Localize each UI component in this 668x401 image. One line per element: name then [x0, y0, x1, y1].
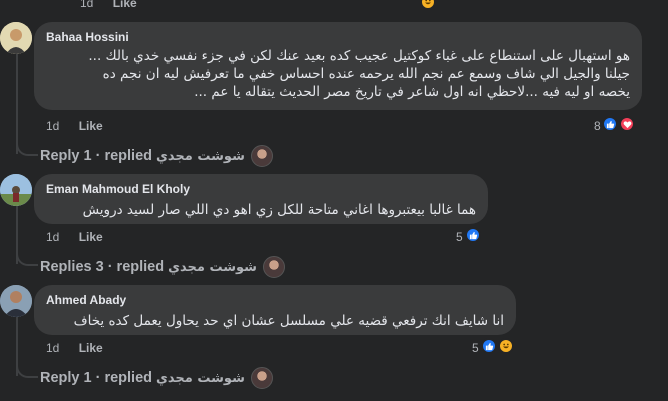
- reply-count: 1: [83, 370, 92, 386]
- replied-label: replied: [104, 148, 152, 164]
- replier-avatar: [250, 367, 273, 389]
- like-icon: [465, 227, 481, 243]
- reply-label: Replies: [40, 259, 92, 275]
- reaction-count[interactable]: 8: [594, 119, 601, 133]
- comment-meta: 1d Like: [46, 341, 103, 355]
- view-replies-link[interactable]: Replies 3 · replied شوشت مجدي: [40, 256, 285, 278]
- reply-label: Reply: [40, 370, 80, 386]
- comment-bubble: Ahmed Abady انا شايف انك ترفعي قضيه علي …: [34, 285, 516, 335]
- thread-connector: [16, 362, 38, 378]
- like-icon: [602, 116, 618, 132]
- reaction-count[interactable]: 5: [456, 230, 463, 244]
- reaction-count[interactable]: 5: [472, 341, 479, 355]
- replier-name: شوشت مجدي: [156, 148, 245, 164]
- comment-text-line: انا شايف انك ترفعي قضيه علي مسلسل عشان ا…: [73, 313, 504, 329]
- avatar[interactable]: [0, 285, 32, 317]
- comment-author[interactable]: Bahaa Hossini: [46, 30, 630, 44]
- comment-meta: 1d Like: [46, 119, 103, 133]
- replier-name: شوشت مجدي: [168, 259, 257, 275]
- prev-comment-meta: 1d Like: [80, 0, 137, 10]
- comment-meta: 1d Like: [46, 230, 103, 244]
- replier-name: شوشت مجدي: [156, 370, 245, 386]
- reply-label: Reply: [40, 148, 80, 164]
- comment-time[interactable]: 1d: [46, 230, 59, 244]
- reply-count: 1: [83, 148, 92, 164]
- comment-text-line: هو استهبال على استنطاع على غباء كوكتيل ع…: [88, 48, 630, 64]
- haha-icon: [420, 0, 436, 10]
- comment-bubble: Eman Mahmoud El Kholy هما غالبا بيعتبروه…: [34, 174, 488, 224]
- replier-avatar: [250, 145, 273, 167]
- reply-count: 3: [95, 259, 104, 275]
- view-replies-link[interactable]: Reply 1 · replied شوشت مجدي: [40, 367, 273, 389]
- prev-comment-time: 1d: [80, 0, 94, 10]
- like-link[interactable]: Like: [79, 119, 103, 133]
- comment-time[interactable]: 1d: [46, 341, 59, 355]
- comment-author[interactable]: Eman Mahmoud El Kholy: [46, 182, 476, 196]
- thread-connector: [16, 250, 38, 266]
- avatar[interactable]: [0, 174, 32, 206]
- like-link[interactable]: Like: [79, 230, 103, 244]
- thread-connector: [16, 140, 38, 156]
- replied-label: replied: [116, 259, 165, 275]
- comment-text-line: هما غالبا بيعتبروها اغاني متاحة للكل زي …: [82, 202, 476, 218]
- thread-line: [16, 52, 18, 154]
- haha-icon: [498, 338, 514, 354]
- comment-text-line: جيلنا والجيل الي شاف وسمع عم نجم الله ير…: [102, 66, 630, 82]
- love-icon: [619, 116, 635, 132]
- avatar[interactable]: [0, 22, 32, 54]
- comment-author[interactable]: Ahmed Abady: [46, 293, 504, 307]
- prev-like-link[interactable]: Like: [113, 0, 137, 10]
- view-replies-link[interactable]: Reply 1 · replied شوشت مجدي: [40, 145, 273, 167]
- replied-label: replied: [104, 370, 152, 386]
- comment-text-line: يخصه او ليه فيه ...لاحظي انه اول شاعر في…: [194, 84, 630, 100]
- replier-avatar: [262, 256, 285, 278]
- like-link[interactable]: Like: [79, 341, 103, 355]
- like-icon: [481, 338, 497, 354]
- comment-time[interactable]: 1d: [46, 119, 59, 133]
- comment-bubble: Bahaa Hossini هو استهبال على استنطاع على…: [34, 22, 642, 110]
